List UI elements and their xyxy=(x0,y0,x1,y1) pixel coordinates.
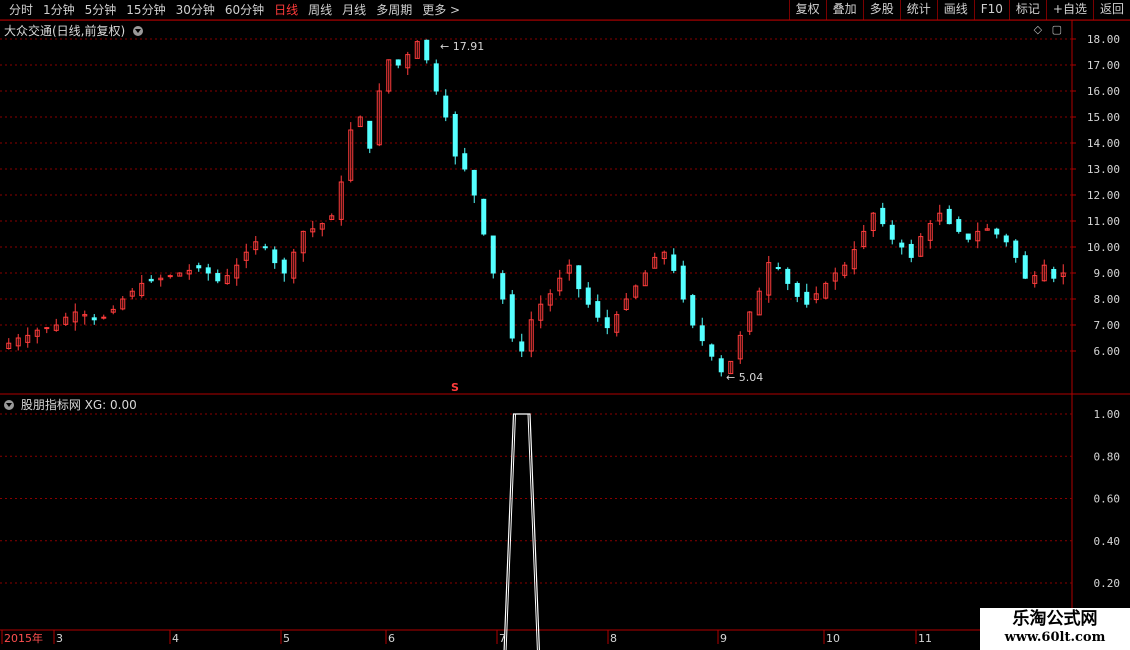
candle-body xyxy=(215,273,221,282)
candle-body xyxy=(443,95,449,118)
candle-body xyxy=(481,198,487,235)
candle-body xyxy=(196,265,202,269)
price-tick-label: 13.00 xyxy=(1087,163,1120,176)
candle-body xyxy=(956,219,962,232)
time-axis-label: 8 xyxy=(610,632,617,645)
time-axis-label: 10 xyxy=(826,632,840,645)
candle-body xyxy=(148,278,154,282)
time-axis-label: 5 xyxy=(283,632,290,645)
price-tick-label: 6.00 xyxy=(1094,345,1121,358)
indicator-tick-label: 1.00 xyxy=(1094,408,1121,421)
candle-body xyxy=(965,233,971,240)
candle-body xyxy=(471,169,477,196)
price-tick-label: 14.00 xyxy=(1087,137,1120,150)
watermark-url: www.60lt.com xyxy=(1004,630,1106,645)
candle-body xyxy=(994,228,1000,235)
watermark-title: 乐淘公式网 xyxy=(1012,609,1098,629)
time-axis-label: 2015年 xyxy=(4,631,43,645)
candle-body xyxy=(585,287,591,305)
candle-body xyxy=(699,325,705,342)
sell-marker: S xyxy=(451,381,459,394)
candle-body xyxy=(519,341,525,352)
candle-body xyxy=(908,243,914,258)
candle-body xyxy=(709,344,715,357)
price-tick-label: 12.00 xyxy=(1087,189,1120,202)
candle-body xyxy=(671,254,677,271)
xg-signal-line xyxy=(503,413,540,650)
candle-body xyxy=(490,235,496,274)
candle-body xyxy=(1051,268,1057,279)
candle-body xyxy=(44,327,50,330)
candle-body xyxy=(946,208,952,225)
candle-body xyxy=(367,120,373,149)
price-tick-label: 15.00 xyxy=(1087,111,1120,124)
candle-body xyxy=(91,317,97,321)
candle-body xyxy=(205,267,211,274)
candle-body xyxy=(785,268,791,284)
time-axis-label: 3 xyxy=(56,632,63,645)
price-tick-label: 7.00 xyxy=(1094,319,1121,332)
price-tick-label: 17.00 xyxy=(1087,59,1120,72)
candle-body xyxy=(424,39,430,61)
price-tick-label: 11.00 xyxy=(1087,215,1120,228)
price-tick-label: 8.00 xyxy=(1094,293,1121,306)
candle-body xyxy=(604,317,610,329)
price-tick-label: 9.00 xyxy=(1094,267,1121,280)
xg-signal-inner xyxy=(505,413,538,650)
candle-body xyxy=(395,59,401,66)
candle-body xyxy=(880,207,886,225)
candle-body xyxy=(1003,235,1009,243)
indicator-tick-label: 0.60 xyxy=(1094,493,1121,506)
candle-body xyxy=(794,282,800,297)
candle-body xyxy=(1013,240,1019,258)
candle-body xyxy=(680,265,686,300)
low-price-label: ← 5.04 xyxy=(726,371,763,384)
price-tick-label: 10.00 xyxy=(1087,241,1120,254)
candle-body xyxy=(272,249,278,264)
time-axis-label: 11 xyxy=(918,632,932,645)
candle-body xyxy=(804,291,810,305)
candle-body xyxy=(433,63,439,92)
candle-body xyxy=(452,114,458,157)
candle-body xyxy=(1022,255,1028,279)
time-axis-label: 6 xyxy=(388,632,395,645)
indicator-tick-label: 0.40 xyxy=(1094,535,1121,548)
candle-body xyxy=(899,242,905,248)
candle-body xyxy=(262,246,268,249)
candle-body xyxy=(576,265,582,290)
indicator-tick-label: 0.80 xyxy=(1094,450,1121,463)
watermark-logo: 乐淘公式网 www.60lt.com xyxy=(980,608,1130,650)
candle-body xyxy=(718,358,724,373)
candle-body xyxy=(509,294,515,339)
candle-body xyxy=(281,259,287,274)
candle-body xyxy=(595,301,601,318)
price-tick-label: 18.00 xyxy=(1087,33,1120,46)
candle-body xyxy=(889,224,895,240)
candle-body xyxy=(462,153,468,170)
candle-body xyxy=(775,266,781,269)
time-axis-label: 9 xyxy=(720,632,727,645)
price-tick-label: 16.00 xyxy=(1087,85,1120,98)
price-chart[interactable]: 18.00 17.00 16.00 15.00 14.00 13.00 12.00 11.00… xyxy=(0,0,1130,650)
time-axis-label: 7 xyxy=(499,632,506,645)
candle-body xyxy=(500,273,506,300)
candle-body xyxy=(690,295,696,326)
indicator-tick-label: 0.20 xyxy=(1094,577,1121,590)
candle-body xyxy=(101,316,107,319)
time-axis-label: 4 xyxy=(172,632,179,645)
high-price-label: ← 17.91 xyxy=(440,40,484,53)
